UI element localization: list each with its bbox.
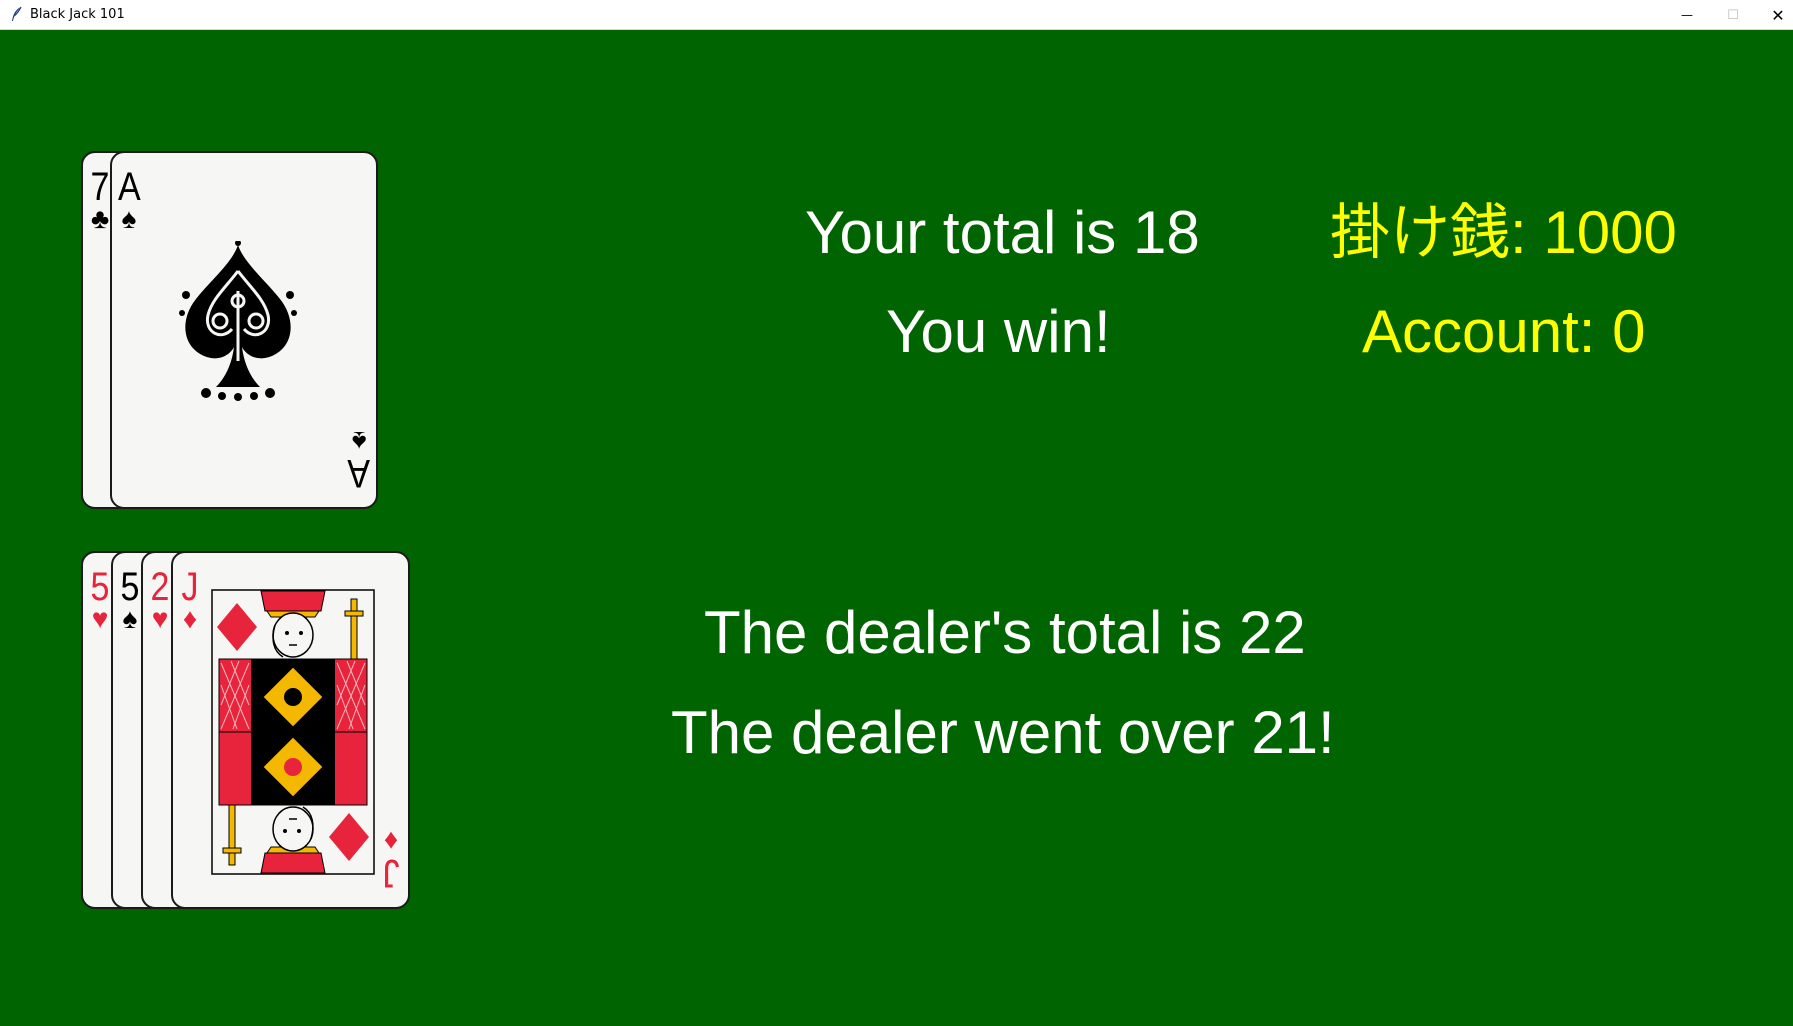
card-rank: J xyxy=(181,565,199,609)
window-title: Black Jack 101 xyxy=(30,7,125,22)
heart-icon: ♥ xyxy=(91,603,109,634)
feather-icon xyxy=(12,6,22,21)
minimize-icon: — xyxy=(1681,8,1693,22)
minimize-button[interactable]: — xyxy=(1664,0,1710,30)
dealer-result-text: The dealer went over 21! xyxy=(671,699,1335,766)
player-result-text: You win! xyxy=(886,298,1111,365)
bet-amount-text: 掛け銭: 1000 xyxy=(1330,199,1677,266)
maximize-icon: ☐ xyxy=(1727,7,1739,23)
close-button[interactable]: ✕ xyxy=(1755,0,1793,30)
ornate-spade-icon xyxy=(179,241,297,401)
card-rank: 2 xyxy=(150,565,170,609)
player-card-ace-spades: A ♠ A ♠ xyxy=(110,151,378,509)
card-rank: A xyxy=(117,165,141,209)
spade-icon: ♠ xyxy=(122,603,138,634)
close-icon: ✕ xyxy=(1771,5,1785,25)
card-rank: 5 xyxy=(120,565,140,609)
card-index: 5 ♠ xyxy=(117,567,143,633)
account-balance-text: Account: 0 xyxy=(1362,298,1646,365)
game-table: 7 ♣ A ♠ A ♠ 5 ♥ 5 ♠ 2 ♥ J ♦ J ♦ Your tot… xyxy=(0,30,1793,1026)
dealer-card-jack-diamonds: J ♦ J ♦ xyxy=(171,551,410,909)
card-index: J ♦ xyxy=(177,567,203,633)
card-rank: J xyxy=(382,851,400,895)
jack-court-icon xyxy=(211,589,375,875)
card-rank: 7 xyxy=(90,165,110,209)
maximize-button[interactable]: ☐ xyxy=(1710,0,1756,30)
title-bar: Black Jack 101 — ☐ ✕ xyxy=(0,0,1793,30)
card-index: 5 ♥ xyxy=(87,567,113,633)
card-index-inverted: A ♠ xyxy=(346,426,372,495)
heart-icon: ♥ xyxy=(151,603,169,634)
spade-icon: ♠ xyxy=(121,203,137,234)
card-rank: 5 xyxy=(90,565,110,609)
card-index-inverted: J ♦ xyxy=(378,826,404,895)
dealer-total-text: The dealer's total is 22 xyxy=(704,599,1306,666)
card-index: 2 ♥ xyxy=(147,567,173,633)
card-index: A ♠ xyxy=(116,167,142,233)
card-rank: A xyxy=(347,451,371,495)
player-total-text: Your total is 18 xyxy=(805,199,1200,266)
diamond-icon: ♦ xyxy=(182,603,198,634)
